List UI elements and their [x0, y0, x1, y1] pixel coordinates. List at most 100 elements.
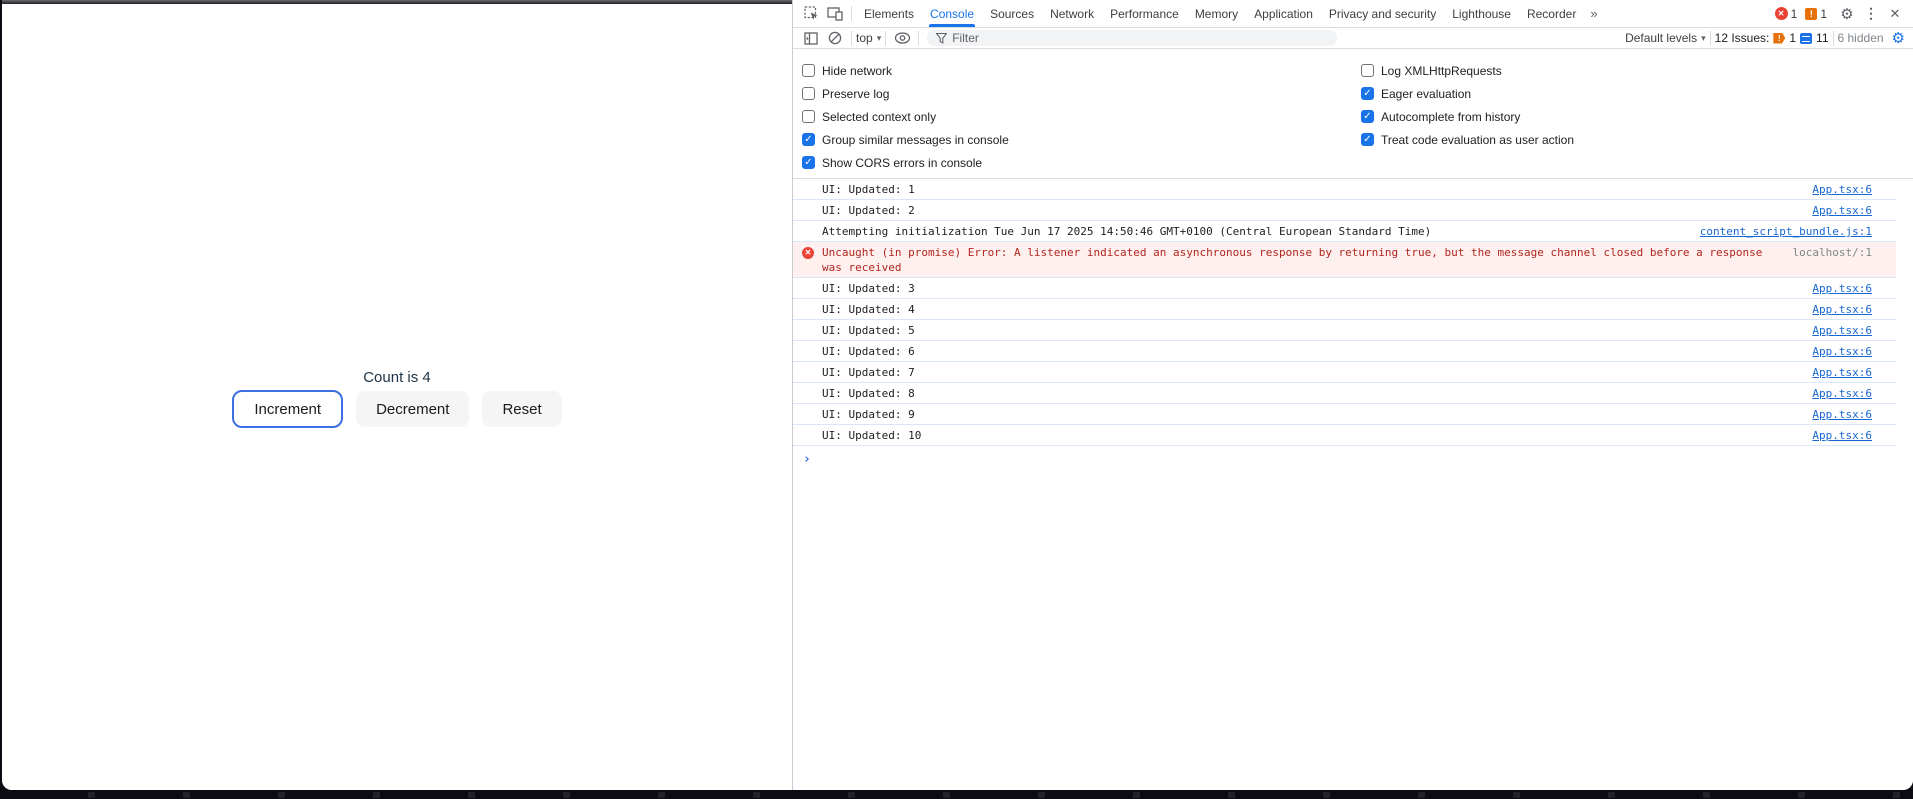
- devtools-tab-label: Elements: [864, 6, 915, 21]
- devtools-tab-label: Sources: [990, 6, 1035, 21]
- devtools-tab[interactable]: Performance: [1102, 0, 1187, 27]
- checkbox-icon[interactable]: ✓: [1361, 87, 1374, 100]
- console-source-link[interactable]: App.tsx:6: [1812, 203, 1872, 218]
- console-setting-row[interactable]: Hide network: [802, 59, 1009, 82]
- console-setting-row[interactable]: Selected context only: [802, 105, 1009, 128]
- warnings-indicator[interactable]: ! 1: [1805, 7, 1827, 21]
- checkbox-icon[interactable]: [802, 64, 815, 77]
- counter-buttons-row: Increment Decrement Reset: [2, 390, 792, 428]
- live-expression-eye-icon[interactable]: [890, 26, 914, 50]
- console-setting-row[interactable]: ✓ Group similar messages in console: [802, 128, 1009, 151]
- console-message-text: UI: Updated: 6: [822, 345, 915, 358]
- web-page-counter-app: Count is 4 Increment Decrement Reset: [2, 0, 792, 790]
- console-setting-label: Group similar messages in console: [822, 132, 1009, 147]
- devtools-tab[interactable]: Privacy and security: [1321, 0, 1444, 27]
- log-levels-selector[interactable]: Default levels ▾: [1625, 31, 1706, 45]
- devtools-tab[interactable]: Memory: [1187, 0, 1246, 27]
- reset-button[interactable]: Reset: [482, 391, 562, 427]
- console-source-link[interactable]: localhost/:1: [1793, 245, 1872, 260]
- divider: [851, 6, 852, 21]
- console-message-text: UI: Updated: 5: [822, 324, 915, 337]
- console-settings-left: Hide network Preserve log Selected conte…: [802, 59, 1009, 174]
- console-source-link[interactable]: App.tsx:6: [1812, 386, 1872, 401]
- device-toolbar-icon[interactable]: [823, 2, 847, 26]
- hidden-messages-label[interactable]: 6 hidden: [1838, 31, 1884, 45]
- console-settings-gear-icon[interactable]: ⚙: [1892, 29, 1905, 47]
- console-setting-row[interactable]: ✓ Eager evaluation: [1361, 82, 1574, 105]
- console-message-text: Attempting initialization Tue Jun 17 202…: [822, 225, 1432, 238]
- more-options-icon[interactable]: ⋮: [1859, 2, 1883, 26]
- checkbox-icon[interactable]: ✓: [1361, 133, 1374, 146]
- checkbox-icon[interactable]: ✓: [802, 156, 815, 169]
- devtools-tab[interactable]: Application: [1246, 0, 1321, 27]
- console-message-text: UI: Updated: 10: [822, 429, 922, 442]
- devtools-tab[interactable]: Recorder: [1519, 0, 1584, 27]
- devtools-tab-label: Lighthouse: [1452, 6, 1511, 21]
- error-icon: ✕: [802, 247, 814, 259]
- decrement-button[interactable]: Decrement: [356, 391, 470, 427]
- console-setting-row[interactable]: ✓ Treat code evaluation as user action: [1361, 128, 1574, 151]
- chevron-down-icon: ▾: [1701, 32, 1706, 43]
- browser-window: Count is 4 Increment Decrement Reset Ele…: [2, 0, 1913, 790]
- console-setting-row[interactable]: ✓ Show CORS errors in console: [802, 151, 1009, 174]
- divider: [918, 30, 920, 46]
- console-settings-pane: Hide network Preserve log Selected conte…: [793, 49, 1913, 179]
- count-label: Count is 4: [363, 369, 431, 386]
- console-source-link[interactable]: App.tsx:6: [1812, 302, 1872, 317]
- console-source-link[interactable]: App.tsx:6: [1812, 281, 1872, 296]
- console-message-text: UI: Updated: 2: [822, 204, 915, 217]
- window-top-edge: [2, 0, 792, 4]
- console-prompt[interactable]: ›: [793, 446, 1913, 467]
- clear-console-icon[interactable]: [823, 26, 847, 50]
- checkbox-icon[interactable]: ✓: [1361, 110, 1374, 123]
- inspect-element-icon[interactable]: [799, 2, 823, 26]
- console-message-row: UI: Updated: 3 App.tsx:6: [793, 278, 1896, 299]
- close-devtools-icon[interactable]: ✕: [1883, 2, 1907, 26]
- console-setting-label: Autocomplete from history: [1381, 109, 1521, 124]
- context-selector[interactable]: top ▾: [856, 31, 881, 45]
- console-source-link[interactable]: App.tsx:6: [1812, 365, 1872, 380]
- console-source-link[interactable]: App.tsx:6: [1812, 344, 1872, 359]
- console-message-text: UI: Updated: 4: [822, 303, 915, 316]
- console-message-row: ✕ Uncaught (in promise) Error: A listene…: [793, 242, 1896, 278]
- console-source-link[interactable]: content_script_bundle.js:1: [1700, 224, 1872, 239]
- devtools-tabbar: Elements Console Sources Network Perform…: [793, 0, 1913, 28]
- devtools-tab[interactable]: Network: [1042, 0, 1102, 27]
- warning-badge-icon: !: [1805, 7, 1818, 20]
- console-setting-label: Hide network: [822, 63, 893, 78]
- devtools-panel: Elements Console Sources Network Perform…: [792, 0, 1913, 790]
- devtools-tab[interactable]: Sources: [982, 0, 1042, 27]
- issues-counter[interactable]: 12 Issues: ! 1 11: [1715, 31, 1829, 45]
- console-sidebar-icon[interactable]: [799, 26, 823, 50]
- console-source-link[interactable]: App.tsx:6: [1812, 428, 1872, 443]
- issue-breakpoint-icon: !: [1773, 32, 1786, 44]
- increment-button[interactable]: Increment: [232, 390, 344, 428]
- console-setting-row[interactable]: Preserve log: [802, 82, 1009, 105]
- error-count: 1: [1790, 6, 1798, 21]
- devtools-tab[interactable]: Elements: [856, 0, 922, 27]
- checkbox-icon[interactable]: ✓: [802, 133, 815, 146]
- console-setting-row[interactable]: ✓ Autocomplete from history: [1361, 105, 1574, 128]
- errors-indicator[interactable]: ✕ 1: [1774, 6, 1798, 21]
- console-setting-label: Eager evaluation: [1381, 86, 1472, 101]
- console-source-link[interactable]: App.tsx:6: [1812, 182, 1872, 197]
- filter-input[interactable]: Filter: [927, 30, 1338, 46]
- checkbox-icon[interactable]: [802, 110, 815, 123]
- devtools-tab-label: Memory: [1194, 6, 1239, 21]
- console-toolbar: top ▾ Filter Default levels ▾ 12 Issues:…: [793, 28, 1913, 49]
- console-message-row: UI: Updated: 10 App.tsx:6: [793, 425, 1896, 446]
- devtools-tab[interactable]: Console: [922, 0, 982, 27]
- console-setting-row[interactable]: Log XMLHttpRequests: [1361, 59, 1574, 82]
- console-source-link[interactable]: App.tsx:6: [1812, 323, 1872, 338]
- checkbox-icon[interactable]: [1361, 64, 1374, 77]
- console-message-row: UI: Updated: 2 App.tsx:6: [793, 200, 1896, 221]
- log-levels-value: Default levels: [1625, 31, 1698, 45]
- console-prompt-chevron: ›: [803, 452, 811, 467]
- devtools-tabs: Elements Console Sources Network Perform…: [856, 0, 1584, 27]
- devtools-tab[interactable]: Lighthouse: [1444, 0, 1519, 27]
- divider: [851, 30, 852, 46]
- console-source-link[interactable]: App.tsx:6: [1812, 407, 1872, 422]
- more-tabs-icon[interactable]: »: [1584, 6, 1603, 21]
- settings-gear-icon[interactable]: ⚙: [1835, 2, 1859, 26]
- checkbox-icon[interactable]: [802, 87, 815, 100]
